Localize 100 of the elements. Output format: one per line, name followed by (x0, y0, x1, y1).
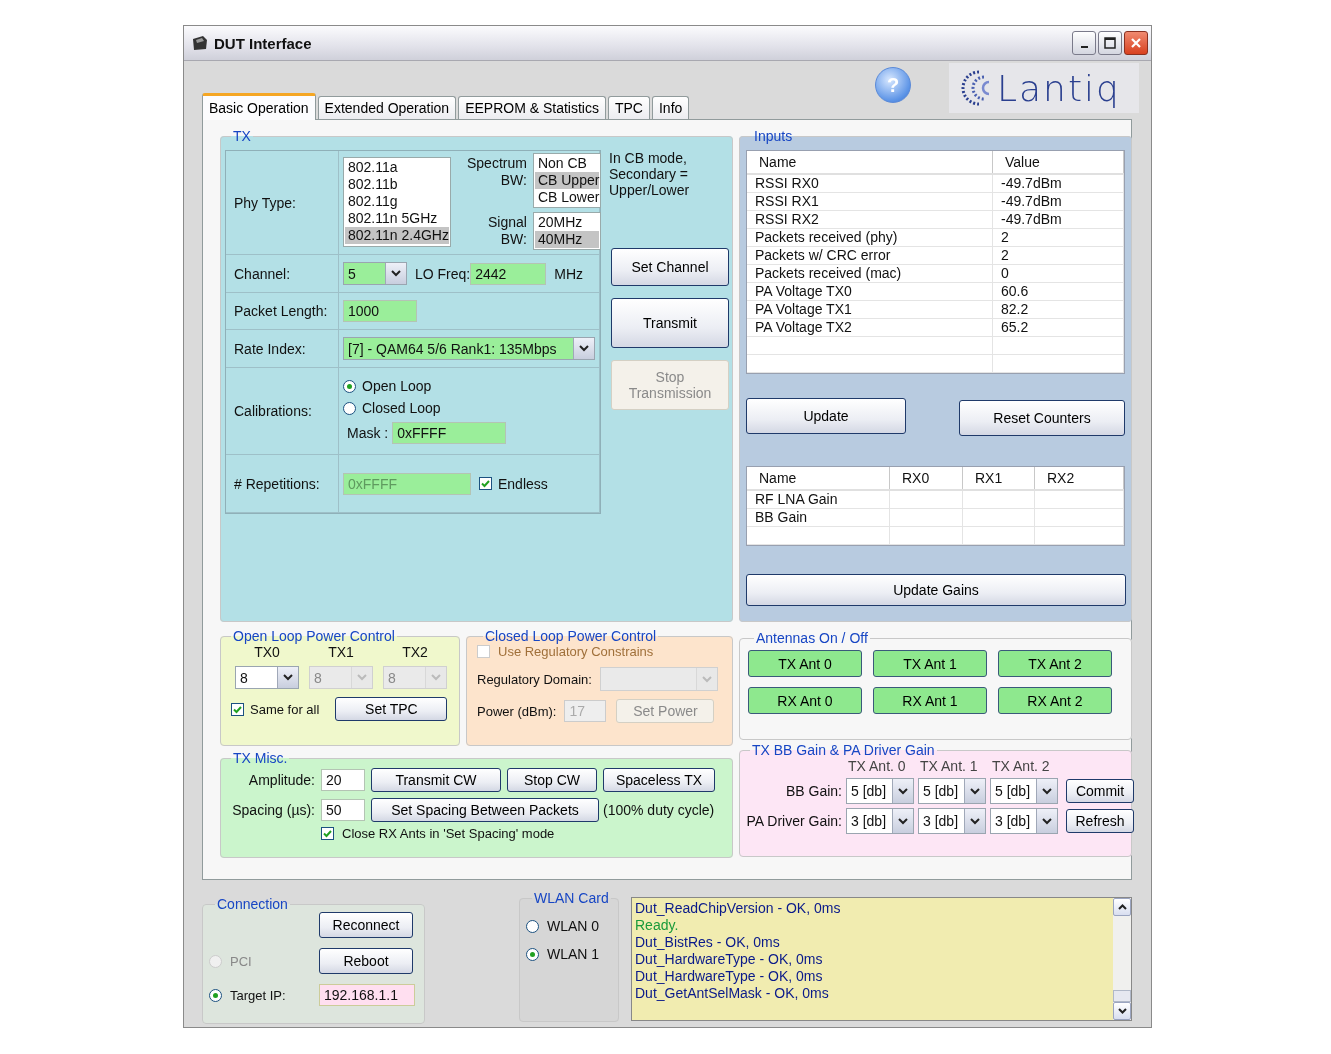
field-label: Regulatory Domain: (477, 671, 592, 687)
power-select[interactable]: 8 (235, 666, 299, 689)
scrollbar[interactable] (1113, 898, 1131, 1020)
table-cell: RSSI RX0 (747, 175, 993, 192)
gain-action-button[interactable]: Refresh (1066, 809, 1134, 833)
table-cell: PA Voltage TX2 (747, 319, 993, 336)
radio-button[interactable] (209, 988, 222, 1002)
antenna-toggle[interactable]: RX Ant 1 (873, 687, 987, 714)
gain-select[interactable]: 3 [db] (990, 808, 1058, 834)
stop-cw-button[interactable]: Stop CW (507, 768, 597, 792)
action-button[interactable]: Set Channel (611, 248, 729, 286)
antenna-toggle[interactable]: TX Ant 2 (998, 650, 1112, 677)
unit-label: MHz (554, 265, 584, 282)
list-item[interactable]: CB Lower (534, 189, 599, 206)
group-title: TX Misc. (232, 750, 289, 766)
set-spacing-button[interactable]: Set Spacing Between Packets (371, 798, 599, 822)
transmit-cw-button[interactable]: Transmit CW (371, 768, 501, 792)
log-line: Ready. (635, 917, 680, 934)
scroll-thumb[interactable] (1113, 990, 1131, 1002)
tab[interactable]: Extended Operation (317, 96, 457, 119)
tab[interactable]: Info (651, 96, 690, 119)
chevron-icon (898, 817, 908, 825)
list-item[interactable]: 40MHz (534, 231, 599, 248)
signal-bw-list[interactable]: 20MHz 40MHz (532, 212, 601, 250)
table-cell: -49.7dBm (993, 193, 1124, 210)
column-label: TX Ant. 0 (847, 758, 907, 774)
reboot-button[interactable]: Reboot (319, 948, 413, 974)
gain-select[interactable]: 3 [db] (846, 808, 914, 834)
gain-select[interactable]: 5 [db] (918, 778, 986, 804)
radio-button[interactable] (343, 401, 356, 415)
note-text: In CB mode, Secondary = Upper/Lower (609, 150, 691, 200)
log-line: Dut_HardwareType - OK, 0ms (635, 968, 824, 985)
field-label: BW: (500, 231, 527, 248)
list-item[interactable]: 802.11b (345, 176, 449, 193)
table-cell: 60.6 (993, 283, 1124, 300)
rate-index-select[interactable]: [7] - QAM64 5/6 Rank1: 135Mbps (343, 337, 595, 360)
chevron-icon (970, 817, 980, 825)
channel-select[interactable]: 5 (343, 262, 407, 285)
scroll-down-icon (1117, 1008, 1127, 1014)
close-button[interactable] (1124, 31, 1148, 55)
field-label: PA Driver Gain: (745, 813, 843, 829)
gain-select[interactable]: 5 [db] (990, 778, 1058, 804)
column-header[interactable]: Value (993, 151, 1124, 173)
field-label: Packet Length: (234, 303, 328, 319)
list-item[interactable]: 802.11n 2.4GHz (345, 227, 449, 244)
close-icon (1130, 37, 1142, 49)
column-header[interactable]: Name (747, 151, 993, 173)
gain-select[interactable]: 5 [db] (846, 778, 914, 804)
radio-label: Open Loop (362, 378, 432, 394)
field-label: Channel: (234, 265, 291, 282)
update-gains-button[interactable]: Update Gains (746, 574, 1126, 606)
column-header[interactable]: RX0 (890, 467, 963, 489)
group-title: TX (232, 128, 252, 144)
ip-field[interactable]: 192.168.1.1 (319, 984, 415, 1006)
field-label: Phy Type: (234, 194, 296, 211)
group-title: Open Loop Power Control (232, 628, 396, 644)
chevron-icon (357, 674, 367, 681)
radio-button[interactable] (343, 379, 356, 393)
reset-counters-button[interactable]: Reset Counters (959, 400, 1125, 436)
maximize-button[interactable] (1098, 31, 1122, 55)
radio-button[interactable] (526, 947, 539, 961)
list-item[interactable]: Non CB (534, 155, 599, 172)
column-header[interactable]: RX2 (1035, 467, 1124, 489)
checkbox[interactable] (321, 827, 334, 840)
action-button[interactable]: Transmit (611, 298, 729, 348)
tab[interactable]: TPC (607, 96, 650, 119)
column-label: TX Ant. 1 (919, 758, 979, 774)
update-button[interactable]: Update (746, 398, 906, 434)
set-tpc-button[interactable]: Set TPC (335, 697, 448, 721)
checkbox[interactable] (231, 702, 244, 716)
minimize-button[interactable] (1072, 31, 1096, 55)
tab[interactable]: Basic Operation (202, 93, 316, 120)
maximize-icon (1104, 37, 1116, 49)
list-item[interactable]: 802.11a (345, 159, 449, 176)
chevron-icon (391, 270, 401, 277)
gain-select[interactable]: 3 [db] (918, 808, 986, 834)
antenna-toggle[interactable]: TX Ant 0 (748, 650, 862, 677)
mask-field[interactable]: 0xFFFF (392, 422, 507, 444)
reconnect-button[interactable]: Reconnect (319, 912, 413, 938)
checkbox[interactable] (479, 477, 492, 490)
list-item[interactable]: 20MHz (534, 214, 599, 231)
antenna-toggle[interactable]: TX Ant 1 (873, 650, 987, 677)
spaceless-tx-button[interactable]: Spaceless TX (603, 768, 715, 792)
phy-type-list[interactable]: 802.11a 802.11b 802.11g 802.11n 5GHz 802.11n 2.4GHz (343, 157, 451, 247)
list-item[interactable]: CB Upper (534, 172, 599, 189)
lo-freq-field[interactable]: 2442 (470, 262, 547, 285)
radio-button[interactable] (526, 919, 539, 933)
antenna-toggle[interactable]: RX Ant 2 (998, 687, 1112, 714)
spacing-field[interactable]: 50 (321, 799, 365, 821)
amplitude-field[interactable]: 20 (321, 769, 365, 791)
list-item[interactable]: 802.11n 5GHz (345, 210, 449, 227)
packet-length-field[interactable]: 1000 (343, 300, 417, 322)
column-header[interactable]: Name (747, 467, 890, 489)
list-item[interactable]: 802.11g (345, 193, 449, 210)
column-label: TX1 (328, 644, 354, 660)
antenna-toggle[interactable]: RX Ant 0 (748, 687, 862, 714)
tab[interactable]: EEPROM & Statistics (458, 96, 606, 119)
column-header[interactable]: RX1 (963, 467, 1035, 489)
spectrum-bw-list[interactable]: Non CB CB Upper CB Lower (532, 153, 601, 208)
gain-action-button[interactable]: Commit (1066, 779, 1134, 803)
